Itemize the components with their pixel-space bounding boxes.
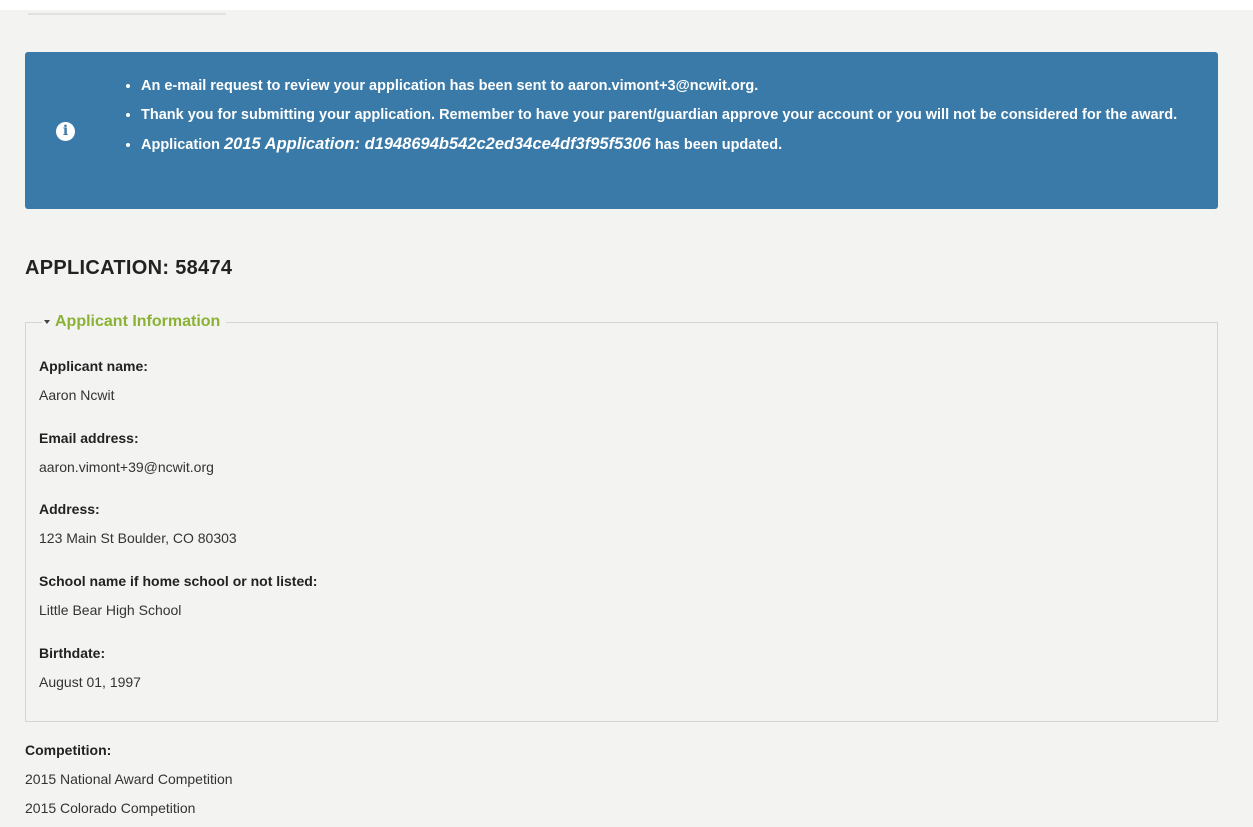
address-field: Address: 123 Main St Boulder, CO 80303 xyxy=(39,500,237,547)
address-value: 123 Main St Boulder, CO 80303 xyxy=(39,530,237,546)
competition-label: Competition: xyxy=(25,742,112,758)
email-address-field: Email address: aaron.vimont+39@ncwit.org xyxy=(39,429,214,476)
info-icon: i xyxy=(56,122,75,141)
alert-message-review-request: An e-mail request to review your applica… xyxy=(141,72,1201,101)
top-tab xyxy=(28,7,226,15)
school-name-value: Little Bear High School xyxy=(39,602,182,618)
updated-suffix: has been updated. xyxy=(654,137,783,153)
info-alert: i An e-mail request to review your appli… xyxy=(25,52,1218,209)
applicant-name-field: Applicant name: Aaron Ncwit xyxy=(39,357,148,404)
alert-message-list: An e-mail request to review your applica… xyxy=(121,72,1201,160)
school-name-label: School name if home school or not listed… xyxy=(39,573,318,589)
competition-value-colorado: 2015 Colorado Competition xyxy=(25,800,196,816)
caret-down-icon xyxy=(44,320,50,324)
applicant-information-toggle[interactable]: Applicant Information xyxy=(42,312,227,332)
top-strip xyxy=(0,0,1253,15)
birthdate-value: August 01, 1997 xyxy=(39,674,141,690)
applicant-information-section: Applicant Information Applicant name: Aa… xyxy=(25,312,1218,722)
birthdate-field: Birthdate: August 01, 1997 xyxy=(39,644,141,691)
page-title: APPLICATION: 58474 xyxy=(25,257,233,279)
alert-message-thank-you: Thank you for submitting your applicatio… xyxy=(141,101,1201,130)
application-name: 2015 Application: d1948694b542c2ed34ce4d… xyxy=(223,135,651,153)
birthdate-label: Birthdate: xyxy=(39,645,106,661)
email-address-label: Email address: xyxy=(39,430,139,446)
address-label: Address: xyxy=(39,501,100,517)
email-address-value: aaron.vimont+39@ncwit.org xyxy=(39,459,214,475)
competition-value-national: 2015 National Award Competition xyxy=(25,771,233,787)
alert-message-updated: Application 2015 Application: d1948694b5… xyxy=(141,130,1201,160)
applicant-name-label: Applicant name: xyxy=(39,358,148,374)
competition-section: Competition: 2015 National Award Competi… xyxy=(25,741,233,817)
applicant-information-legend: Applicant Information xyxy=(55,313,221,330)
applicant-name-value: Aaron Ncwit xyxy=(39,387,115,403)
updated-prefix: Application xyxy=(141,137,220,153)
school-name-field: School name if home school or not listed… xyxy=(39,572,317,619)
